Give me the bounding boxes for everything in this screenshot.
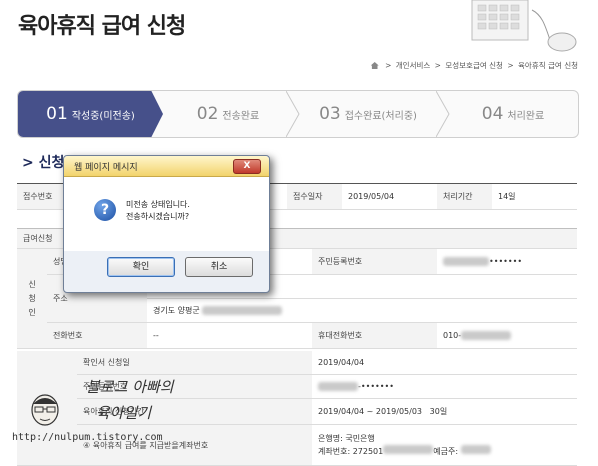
period-value: 14일 [492,184,577,210]
dialog-message-line1: 미전송 상태입니다. [126,200,190,209]
step-number: 03 [319,104,341,124]
mobile-label: 휴대전화번호 [312,323,437,349]
section-title-text: 신청 [38,155,65,171]
cancel-button[interactable]: 취소 [185,257,253,277]
leave-period-value: 2019/04/04 ~ 2019/05/03 30일 [312,399,577,425]
address-value: 경기도 양평군 [153,306,200,315]
dialog-message: 미전송 상태입니다. 전송하시겠습니까? [126,199,190,223]
progress-steps: 01 작성중(미전송) 02 전송완료 03 접수완료(처리중) 04 처리완료 [17,90,579,138]
address-line2: 경기도 양평군 [147,299,577,323]
receipt-date-value: 2019/05/04 [342,184,437,210]
bank-label: 은행명: [318,434,343,443]
page-title: 육아휴직 급여 신청 [18,14,186,39]
holder-label: 예금주: [433,447,459,456]
ok-button[interactable]: 확인 [107,257,175,277]
leave-days: 30일 [429,407,448,416]
bank-value: 국민은행 [345,434,375,443]
receipt-no-label: 접수번호 [17,184,67,210]
question-icon: ? [94,199,116,221]
step-2: 02 전송완료 [168,91,288,137]
step-number: 01 [46,104,68,124]
step-1: 01 작성중(미전송) [18,91,163,137]
applicant-label: 신 청 인 [17,249,47,349]
dialog-body: ? 미전송 상태입니다. 전송하시겠습니까? [64,177,269,251]
watermark-line2: 육아일기 [96,404,152,422]
breadcrumb-item[interactable]: 개인서비스 [396,61,431,70]
period-label: 처리기간 [437,184,492,210]
confirm-date-label: 확인서 신청일 [77,351,312,375]
watermark-face-icon [31,394,59,426]
step-divider [286,91,300,137]
step-4: 04 처리완료 [453,91,573,137]
rrn-label: 주민등록번호 [312,249,437,275]
rrn-value: ••••••• [437,249,577,275]
breadcrumb-item[interactable]: 모성보호급여 신청 [445,61,503,70]
account-no-value: 272501 [352,447,384,456]
step-label: 접수완료(처리중) [344,110,417,122]
watermark-url: http://nulpum.tistory.com [12,432,163,443]
dialog-message-line2: 전송하시겠습니까? [126,212,190,221]
leave-period-dates: 2019/04/04 ~ 2019/05/03 [318,407,423,416]
spouse-rrn-masked: -••••••• [358,382,394,391]
spouse-rrn-value: -••••••• [312,375,577,399]
calculator-illustration [471,0,577,52]
phone-label: 전화번호 [47,323,147,349]
step-label: 전송완료 [222,110,260,122]
account-no-label: 계좌번호: [318,447,351,456]
step-number: 04 [481,104,504,124]
mobile-value: 010- [437,323,577,349]
account-value: 은행명: 국민은행 계좌번호: 272501 예금주: [312,425,577,466]
step-divider [436,91,450,137]
chevron-right-icon: > [22,155,39,171]
rrn-masked: ••••••• [489,257,523,266]
home-icon[interactable] [370,62,379,69]
step-label: 처리완료 [507,110,545,122]
step-3: 03 접수완료(처리중) [303,91,433,137]
confirm-dialog: 웹 페이지 메시지 X ? 미전송 상태입니다. 전송하시겠습니까? 확인 취소 [63,155,270,293]
dialog-title: 웹 페이지 메시지 [74,163,138,173]
close-icon[interactable]: X [233,159,261,174]
dialog-titlebar[interactable]: 웹 페이지 메시지 X [64,156,269,177]
watermark-line1: 블로그 아빠의 [86,378,174,396]
confirm-date-value: 2019/04/04 [312,351,577,375]
mobile-prefix: 010- [443,331,462,340]
phone-value: -- [147,323,312,349]
step-label: 작성중(미전송) [71,110,135,122]
receipt-date-label: 접수일자 [287,184,342,210]
section-title: > 신청 [22,152,64,172]
step-number: 02 [196,104,219,124]
breadcrumb-item[interactable]: 육아휴직 급여 신청 [518,61,578,70]
breadcrumb: > 개인서비스 > 모성보호급여 신청 > 육아휴직 급여 신청 [370,60,578,71]
